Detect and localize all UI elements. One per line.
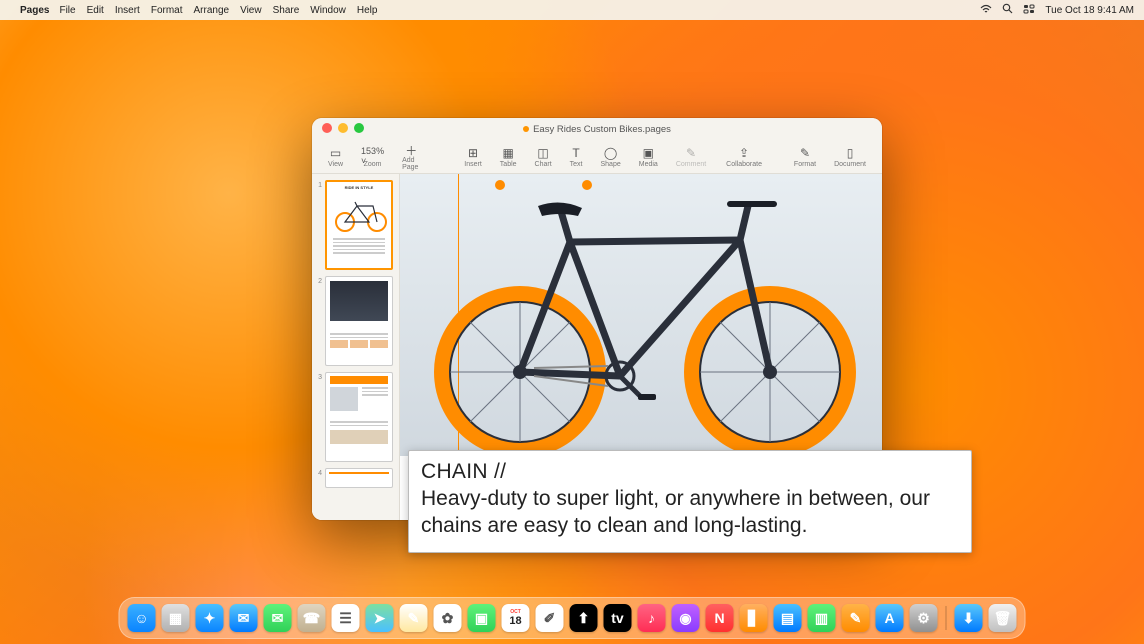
dock-downloads[interactable]: ⬇	[955, 604, 983, 632]
hover-body: Heavy-duty to super light, or anywhere i…	[421, 486, 959, 540]
shape-icon: ◯	[604, 146, 617, 160]
control-center-icon[interactable]	[1023, 4, 1035, 17]
toolbar-zoom[interactable]: 153% ˅ Zoom	[353, 146, 392, 168]
thumb-number: 1	[316, 182, 322, 189]
dock-launchpad[interactable]: ▦	[162, 604, 190, 632]
thumb1-title: RIDE IN STYLE	[327, 185, 391, 190]
document-title: Easy Rides Custom Bikes.pages	[523, 124, 671, 135]
dock-music[interactable]: ♪	[638, 604, 666, 632]
app-menu[interactable]: Pages	[20, 5, 49, 16]
toolbar-view[interactable]: ▭ View	[320, 146, 351, 168]
collaborate-icon: ⇪	[739, 146, 749, 160]
toolbar-comment[interactable]: ✎ Comment	[668, 146, 714, 168]
dock-messages[interactable]: ✉	[264, 604, 292, 632]
dock-settings[interactable]: ⚙	[910, 604, 938, 632]
titlebar[interactable]: Easy Rides Custom Bikes.pages	[312, 118, 882, 140]
toolbar-insert[interactable]: ⊞ Insert	[456, 146, 490, 168]
dock-trash[interactable]: 🗑	[989, 604, 1017, 632]
media-icon: ▣	[643, 146, 654, 160]
menu-edit[interactable]: Edit	[87, 5, 104, 16]
dock-podcasts[interactable]: ◉	[672, 604, 700, 632]
desktop: Pages File Edit Insert Format Arrange Vi…	[0, 0, 1144, 644]
menu-view[interactable]: View	[240, 5, 262, 16]
dock-appstore[interactable]: A	[876, 604, 904, 632]
page-thumbnails[interactable]: 1 RIDE IN STYLE 2	[312, 174, 400, 520]
thumb-number: 2	[316, 278, 322, 285]
dock-pages[interactable]: ✎	[842, 604, 870, 632]
menu-help[interactable]: Help	[357, 5, 378, 16]
menubar: Pages File Edit Insert Format Arrange Vi…	[0, 0, 1144, 20]
wifi-icon[interactable]	[980, 4, 992, 17]
toolbar-text[interactable]: T Text	[562, 146, 591, 168]
toolbar-collaborate[interactable]: ⇪ Collaborate	[718, 146, 770, 168]
dock-contacts[interactable]: ☎	[298, 604, 326, 632]
toolbar: ▭ View 153% ˅ Zoom ＋ Add Page ⊞ Insert ▦…	[312, 140, 882, 174]
dock-tv[interactable]: tv	[604, 604, 632, 632]
traffic-lights	[322, 123, 364, 133]
close-button[interactable]	[322, 123, 332, 133]
dock-safari[interactable]: ✦	[196, 604, 224, 632]
menu-insert[interactable]: Insert	[115, 5, 140, 16]
document-icon: ▯	[847, 146, 854, 160]
table-icon: ▦	[502, 146, 513, 160]
dock-maps[interactable]: ➤	[366, 604, 394, 632]
toolbar-shape[interactable]: ◯ Shape	[593, 146, 629, 168]
thumb-page-3[interactable]	[325, 372, 393, 462]
dock-reminders[interactable]: ☰	[332, 604, 360, 632]
dock-facetime[interactable]: ▣	[468, 604, 496, 632]
toolbar-chart[interactable]: ◫ Chart	[527, 146, 560, 168]
dock-photos[interactable]: ✿	[434, 604, 462, 632]
dock-keynote[interactable]: ▤	[774, 604, 802, 632]
chart-icon: ◫	[537, 146, 548, 160]
toolbar-addpage[interactable]: ＋ Add Page	[394, 142, 428, 171]
toolbar-format[interactable]: ✎ Format	[786, 146, 824, 168]
menu-arrange[interactable]: Arrange	[194, 5, 230, 16]
format-icon: ✎	[800, 146, 810, 160]
thumb-number: 4	[316, 470, 322, 477]
toolbar-table[interactable]: ▦ Table	[492, 146, 525, 168]
insert-icon: ⊞	[468, 146, 478, 160]
menu-format[interactable]: Format	[151, 5, 183, 16]
bicycle-illustration	[410, 176, 870, 456]
dock-finder[interactable]: ☺	[128, 604, 156, 632]
dock-news[interactable]: N	[706, 604, 734, 632]
toolbar-document[interactable]: ▯ Document	[826, 146, 874, 168]
comment-icon: ✎	[686, 146, 696, 160]
text-icon: T	[572, 146, 579, 160]
dock-books[interactable]: ▋	[740, 604, 768, 632]
toolbar-media[interactable]: ▣ Media	[631, 146, 666, 168]
menu-file[interactable]: File	[59, 5, 75, 16]
dock-numbers[interactable]: ▥	[808, 604, 836, 632]
bike-image	[400, 174, 882, 456]
minimize-button[interactable]	[338, 123, 348, 133]
doc-title-text: Easy Rides Custom Bikes.pages	[533, 124, 671, 135]
view-icon: ▭	[330, 146, 341, 160]
dock-mail[interactable]: ✉	[230, 604, 258, 632]
thumb-number: 3	[316, 374, 322, 381]
hover-title: CHAIN //	[421, 459, 959, 486]
menubar-clock[interactable]: Tue Oct 18 9:41 AM	[1045, 5, 1134, 16]
addpage-icon: ＋	[405, 142, 417, 156]
dock: ☺▦✦✉✉☎☰➤✎✿▣OCT18✐⬆tv♪◉N▋▤▥✎A⚙⬇🗑	[119, 597, 1026, 639]
thumb-page-2[interactable]	[325, 276, 393, 366]
hover-text-popup: CHAIN // Heavy-duty to super light, or a…	[408, 450, 972, 553]
spotlight-icon[interactable]	[1002, 3, 1013, 17]
dock-notes[interactable]: ✎	[400, 604, 428, 632]
menu-share[interactable]: Share	[273, 5, 300, 16]
thumb-page-4[interactable]	[325, 468, 393, 488]
dock-stocks[interactable]: ⬆	[570, 604, 598, 632]
zoom-value: 153% ˅	[361, 146, 384, 160]
menu-window[interactable]: Window	[310, 5, 346, 16]
zoom-button[interactable]	[354, 123, 364, 133]
thumb-page-1[interactable]: RIDE IN STYLE	[325, 180, 393, 270]
dock-freeform[interactable]: ✐	[536, 604, 564, 632]
dock-calendar[interactable]: OCT18	[502, 604, 530, 632]
doc-icon	[523, 126, 529, 132]
